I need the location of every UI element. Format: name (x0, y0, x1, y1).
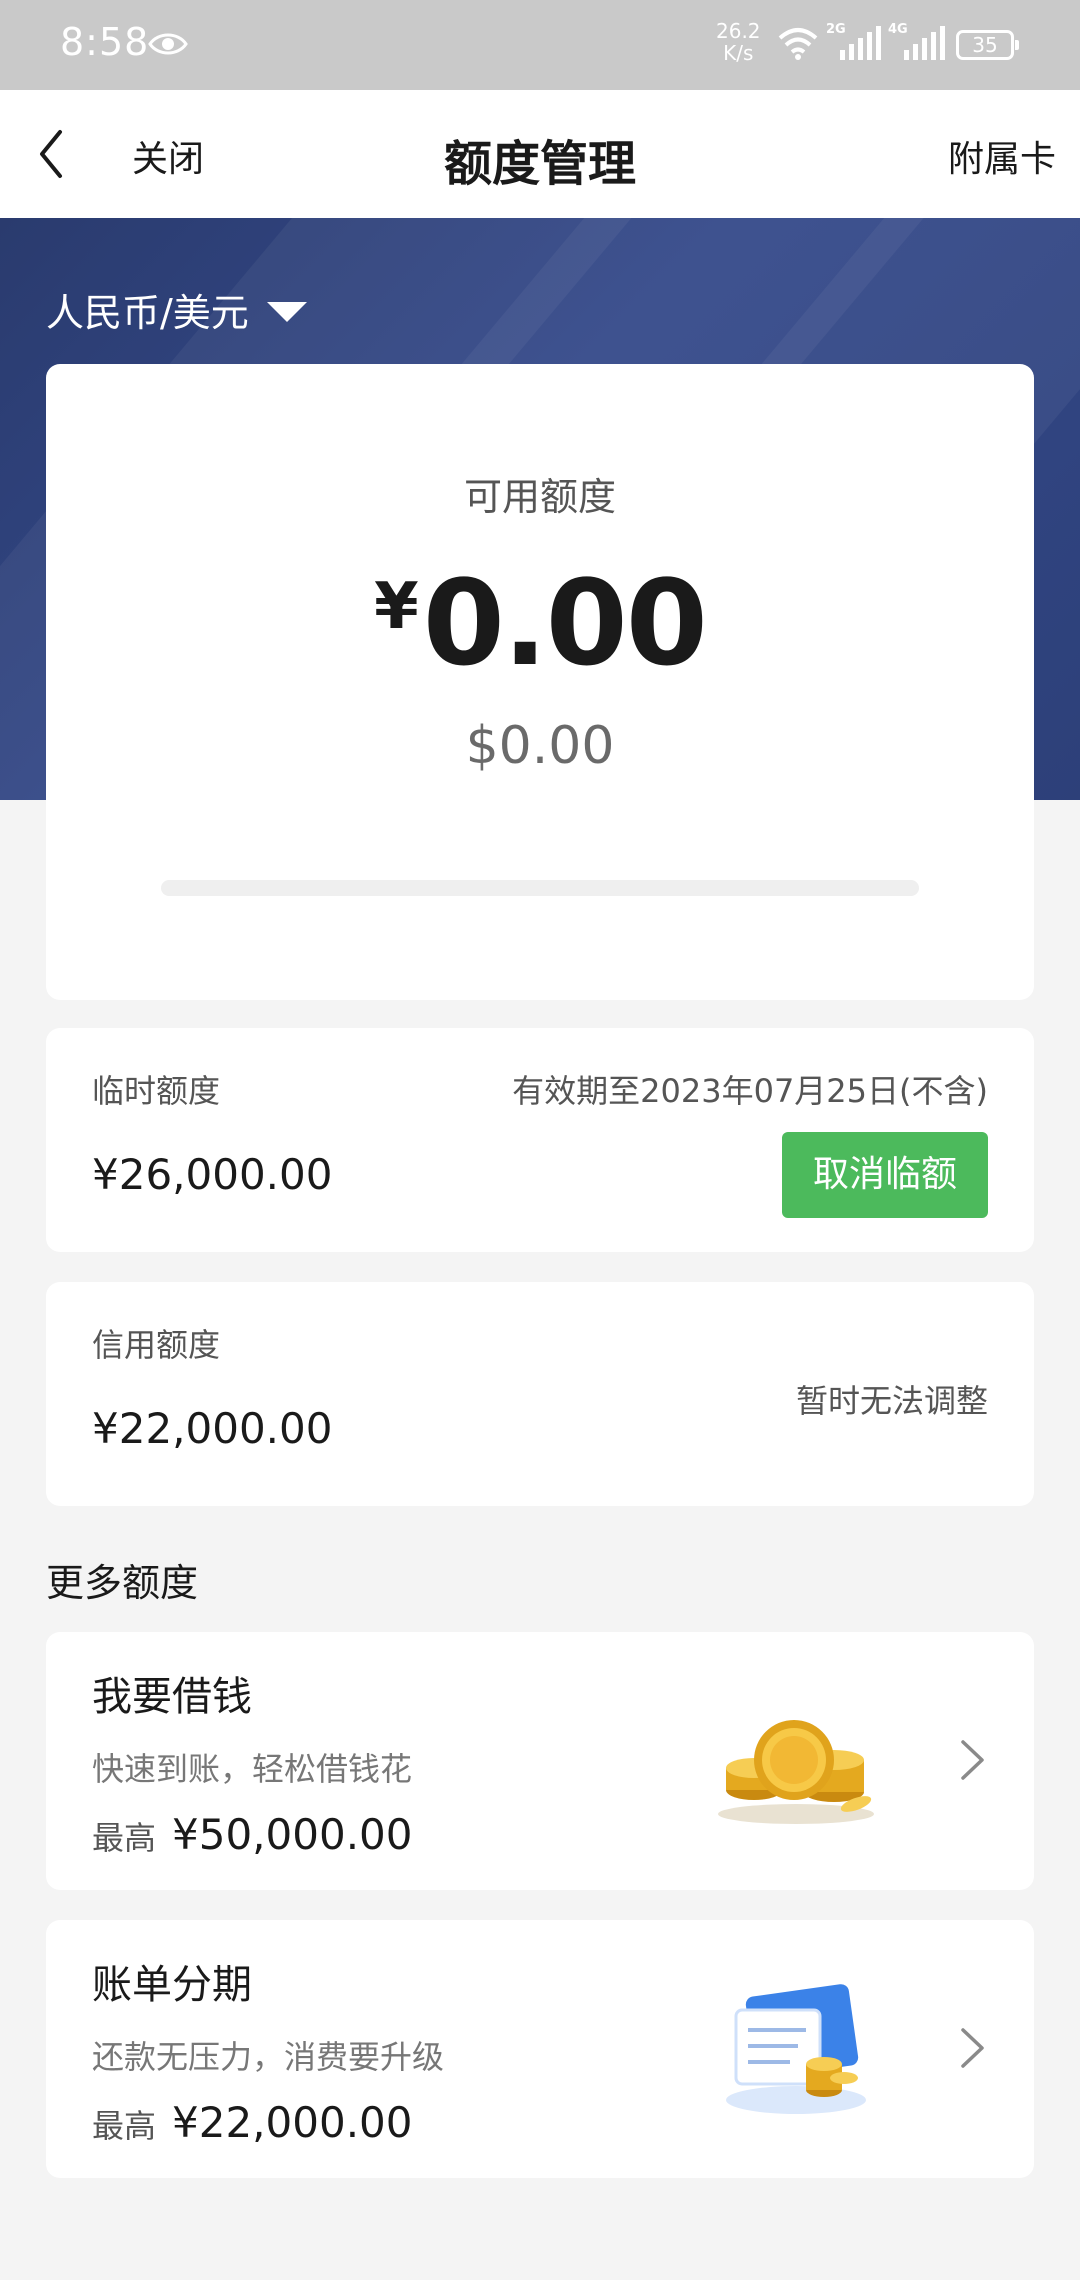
supplementary-card-button[interactable]: 附属卡 (948, 130, 1056, 182)
credit-limit-card: 信用额度 ¥22,000.00 暂时无法调整 (46, 1282, 1034, 1506)
gold-coins-icon (718, 1720, 874, 1824)
cancel-temporary-credit-button[interactable]: 取消临额 (782, 1132, 988, 1218)
chevron-right-icon (961, 1740, 984, 1780)
network-speed: 26.2 K/s (716, 19, 761, 65)
signal-icon (840, 26, 881, 60)
bill-card-icon (726, 1984, 866, 2114)
loan-product-card[interactable]: 我要借钱 快速到账，轻松借钱花 最高 ¥50,000.00 (46, 1632, 1034, 1890)
available-label: 可用额度 (463, 475, 616, 519)
product-title: 我要借钱 (92, 1674, 252, 1720)
product-max: 最高 ¥50,000.00 (92, 1810, 413, 1859)
product-title: 账单分期 (92, 1962, 252, 2008)
currency-selector[interactable]: 人民币/美元 (46, 282, 307, 337)
credit-adjust-note: 暂时无法调整 (795, 1382, 988, 1420)
credit-limit-label: 信用额度 (92, 1326, 221, 1364)
signal-icon (904, 26, 945, 60)
usage-progress-bar (161, 880, 919, 896)
product-max: 最高 ¥22,000.00 (92, 2098, 413, 2147)
temporary-credit-card: 临时额度 有效期至2023年07月25日(不含) ¥26,000.00 取消临额 (46, 1028, 1034, 1252)
eye-icon (148, 33, 188, 55)
available-usd: $0.00 (465, 716, 615, 776)
wifi-icon (778, 28, 818, 60)
available-amount: ¥0.00 (374, 554, 708, 692)
available-credit-card: 可用额度 ¥0.00 $0.00 (46, 364, 1034, 1000)
more-credit-title: 更多额度 (46, 1561, 199, 1605)
temporary-credit-expiry: 有效期至2023年07月25日(不含) (512, 1072, 988, 1110)
credit-limit-amount: ¥22,000.00 (92, 1404, 333, 1453)
page-title: 额度管理 (443, 136, 636, 192)
product-subtitle: 还款无压力，消费要升级 (92, 2038, 445, 2076)
nav-bar: 关闭 额度管理 附属卡 (0, 90, 1080, 218)
status-time: 8:58 (60, 20, 150, 64)
temporary-credit-label: 临时额度 (92, 1072, 221, 1110)
status-bar: 8:58 26.2 K/s 2G 4G 35 (0, 0, 1080, 90)
chevron-right-icon (961, 2028, 984, 2068)
battery-icon: 35 (956, 30, 1019, 60)
installment-product-card[interactable]: 账单分期 还款无压力，消费要升级 最高 ¥22,000.00 (46, 1920, 1034, 2178)
product-subtitle: 快速到账，轻松借钱花 (92, 1750, 413, 1788)
dropdown-triangle-icon (266, 301, 307, 322)
temporary-credit-amount: ¥26,000.00 (92, 1150, 333, 1199)
